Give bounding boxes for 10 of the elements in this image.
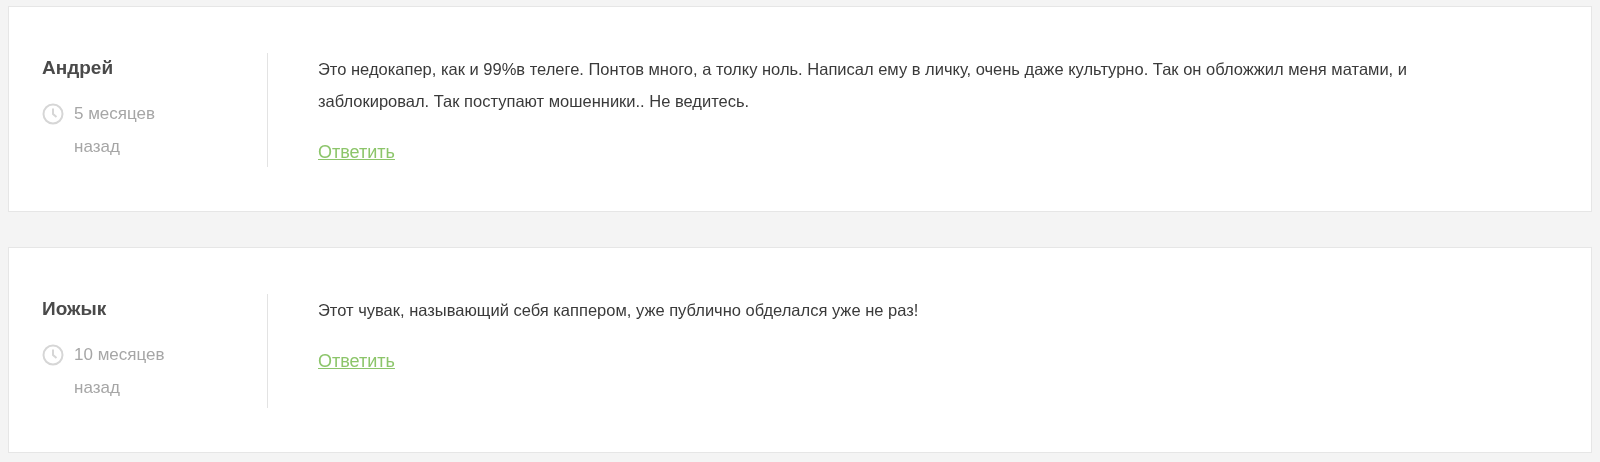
comment-time: 5 месяцев назад	[74, 103, 157, 158]
author-name: Иожык	[42, 297, 108, 321]
reply-link[interactable]: Ответить	[318, 140, 395, 164]
comment-text: Это недокапер, как и 99%в телеге. Понтов много, а толку ноль. Написал ему в личку, очень даже культурно. Так он обложжил меня матами, и заблокировал. Так поступают мошенники.. Не ведитесь.	[318, 59, 1408, 112]
comment-text: Этот чувак, называющий себя каппером, уже публично обделался уже не раз!	[318, 300, 919, 321]
reply-link[interactable]: Ответить	[318, 349, 395, 373]
comment-time: 10 месяцев назад	[74, 344, 166, 399]
clock-icon	[42, 103, 64, 125]
clock-icon	[42, 344, 64, 366]
author-name: Андрей	[42, 56, 115, 80]
